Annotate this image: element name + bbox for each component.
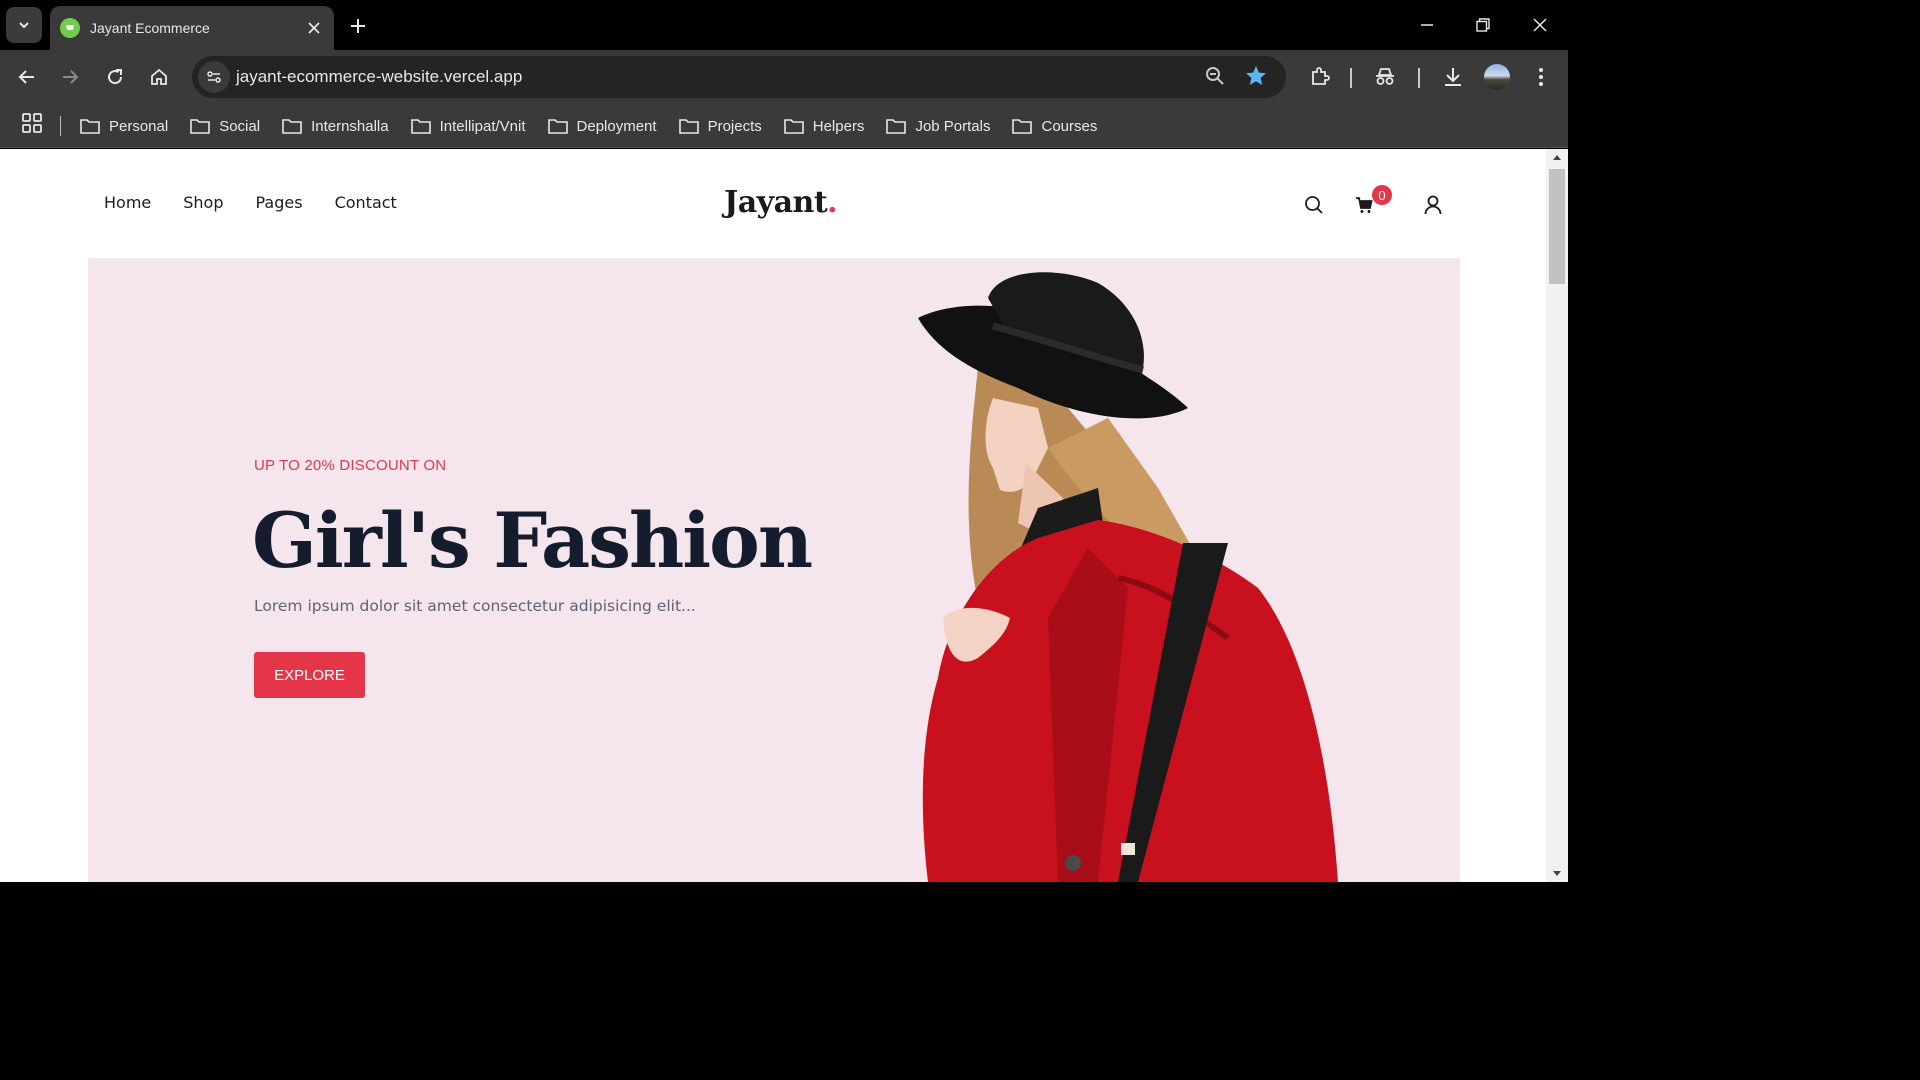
close-icon: [1533, 18, 1547, 32]
tab-strip: Jayant Ecommerce: [0, 0, 1568, 50]
site-info-button[interactable]: [198, 61, 230, 93]
explore-button[interactable]: EXPLORE: [254, 652, 365, 698]
hero-model-image: [918, 272, 1338, 882]
search-icon: [1305, 196, 1323, 214]
bookmark-folders: Personal Social Internshalla Intellipat/…: [80, 104, 1119, 148]
bookmarks-bar: Personal Social Internshalla Intellipat/…: [0, 104, 1568, 148]
nav-home[interactable]: Home: [104, 193, 151, 212]
extensions-button[interactable]: [1304, 61, 1336, 93]
download-icon: [1445, 68, 1461, 86]
bookmark-folder-job-portals[interactable]: Job Portals: [886, 118, 990, 135]
hero-banner: UP TO 20% DISCOUNT ON Girl's Fashion Lor…: [88, 258, 1460, 882]
favicon-icon: [60, 18, 80, 38]
browser-toolbar: jayant-ecommerce-website.vercel.app: [0, 50, 1568, 104]
incognito-icon: [1376, 68, 1394, 85]
bookmark-label: Job Portals: [915, 117, 991, 135]
hero-title: Girl's Fashion: [252, 496, 813, 585]
apps-grid-icon[interactable]: [22, 113, 42, 138]
minimize-icon: [1421, 24, 1433, 26]
puzzle-icon: [1312, 67, 1330, 85]
address-bar[interactable]: jayant-ecommerce-website.vercel.app: [192, 56, 1286, 98]
bookmark-folder-helpers[interactable]: Helpers: [783, 117, 865, 135]
back-arrow-icon: [18, 70, 34, 84]
bookmark-label: Social: [219, 117, 261, 135]
bookmark-label: Personal: [109, 117, 169, 135]
search-button[interactable]: [1302, 193, 1326, 217]
toolbar-divider: [1418, 68, 1420, 88]
forward-button[interactable]: [54, 61, 86, 93]
bookmark-star-icon[interactable]: [1244, 64, 1268, 93]
bookmark-folder-social[interactable]: Social: [190, 118, 260, 135]
chevron-down-icon: [19, 22, 29, 29]
bookmark-label: Internshalla: [311, 117, 389, 135]
bookmark-folder-personal[interactable]: Personal: [80, 118, 168, 135]
forward-arrow-icon: [63, 70, 79, 84]
cart-count-badge: 0: [1372, 185, 1392, 205]
site-logo[interactable]: Jayant.: [724, 185, 838, 220]
bookmark-label: Projects: [707, 117, 762, 135]
folder-icon: [80, 119, 100, 134]
hero-subtitle: UP TO 20% DISCOUNT ON: [254, 457, 447, 474]
minimize-button[interactable]: [1407, 8, 1447, 42]
nav-shop[interactable]: Shop: [183, 193, 223, 212]
page-scrollbar[interactable]: [1546, 149, 1568, 882]
bookmark-label: Courses: [1041, 117, 1098, 135]
restore-icon: [1476, 18, 1490, 32]
more-vert-icon: [1539, 68, 1543, 86]
plus-icon: [351, 19, 365, 33]
new-tab-button[interactable]: [344, 12, 372, 40]
bookmark-folder-projects[interactable]: Projects: [678, 117, 762, 135]
home-button[interactable]: [143, 61, 175, 93]
toolbar-divider: [1350, 68, 1352, 88]
scroll-up-icon[interactable]: [1552, 153, 1562, 161]
scroll-thumb[interactable]: [1549, 169, 1565, 284]
tab-search-button[interactable]: [6, 7, 42, 43]
folder-icon: [190, 119, 211, 134]
account-button[interactable]: [1421, 193, 1445, 217]
reload-icon: [108, 69, 123, 85]
bookmark-label: Intellipat/Vnit: [439, 117, 526, 135]
active-tab[interactable]: Jayant Ecommerce: [50, 6, 334, 50]
scroll-down-icon[interactable]: [1552, 870, 1562, 878]
zoom-icon[interactable]: [1204, 65, 1226, 92]
folder-icon: [783, 119, 804, 134]
nav-contact[interactable]: Contact: [335, 193, 397, 212]
menu-button[interactable]: [1525, 61, 1557, 93]
downloads-button[interactable]: [1437, 61, 1469, 93]
folder-icon: [547, 119, 568, 134]
bookmark-label: Deployment: [576, 117, 657, 135]
tab-title: Jayant Ecommerce: [90, 20, 210, 36]
incognito-button[interactable]: [1369, 61, 1401, 93]
home-icon: [151, 68, 167, 85]
folder-icon: [1012, 119, 1033, 134]
bookmark-folder-courses[interactable]: Courses: [1012, 118, 1097, 135]
logo-dot: .: [827, 185, 838, 220]
close-window-button[interactable]: [1520, 8, 1560, 42]
main-nav: Home Shop Pages Contact: [104, 193, 429, 212]
nav-pages[interactable]: Pages: [256, 193, 303, 212]
user-icon: [1424, 195, 1442, 215]
hero-description: Lorem ipsum dolor sit amet consectetur a…: [254, 597, 696, 615]
folder-icon: [410, 119, 431, 134]
tune-icon: [207, 71, 221, 83]
close-tab-icon[interactable]: [302, 16, 326, 40]
bookmark-folder-internshalla[interactable]: Internshalla: [282, 118, 389, 135]
bookmarks-divider: [60, 116, 61, 136]
bookmark-label: Helpers: [812, 117, 865, 135]
profile-avatar[interactable]: [1484, 64, 1510, 90]
url-text[interactable]: jayant-ecommerce-website.vercel.app: [236, 67, 522, 87]
folder-icon: [886, 119, 907, 134]
restore-button[interactable]: [1463, 8, 1503, 42]
cart-icon: [1356, 197, 1373, 213]
folder-icon: [282, 119, 302, 134]
back-button[interactable]: [11, 61, 43, 93]
web-page: Home Shop Pages Contact Jayant. 0 UP TO …: [0, 149, 1546, 882]
bookmark-folder-intellipat[interactable]: Intellipat/Vnit: [410, 117, 526, 135]
bookmark-folder-deployment[interactable]: Deployment: [547, 117, 657, 135]
reload-button[interactable]: [99, 61, 131, 93]
logo-text: Jayant: [724, 185, 828, 220]
folder-icon: [678, 119, 699, 134]
